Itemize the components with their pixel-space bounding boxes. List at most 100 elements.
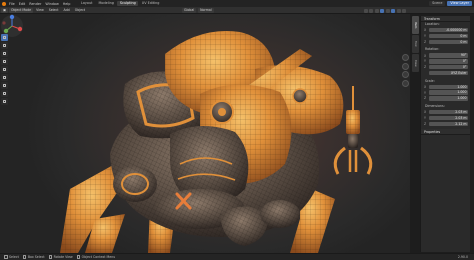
menu-edit[interactable]: Edit [17, 2, 28, 6]
tab-uv-editing[interactable]: UV Editing [139, 1, 162, 6]
tab-view[interactable]: View [412, 54, 419, 72]
solid-shading-icon[interactable] [391, 8, 395, 13]
pivot-dropdown[interactable]: Normal [198, 8, 214, 13]
location-y-row: Y0 m [424, 33, 468, 39]
navigation-buttons [402, 54, 410, 87]
mode-selector[interactable]: Object Mode [9, 7, 34, 13]
transform-icon[interactable] [1, 74, 8, 81]
editor-type-button[interactable]: ▣ [1, 7, 9, 13]
rotation-z-field[interactable]: 0° [429, 65, 468, 70]
measure-icon[interactable] [1, 90, 8, 97]
overlay-icon[interactable] [374, 8, 379, 13]
rotation-x-field[interactable]: 90° [429, 53, 468, 58]
rotation-mode-row: XYZ Euler [424, 70, 468, 76]
scale-z-field[interactable]: 1.000 [429, 96, 468, 101]
mouse-right-icon [76, 255, 81, 259]
select-icon[interactable] [1, 34, 8, 41]
tab-tool[interactable]: Tool [412, 35, 419, 53]
tab-layout[interactable]: Layout [78, 1, 95, 6]
xray-icon[interactable] [380, 8, 384, 13]
status-rotate: Rotate View [48, 255, 73, 259]
blender-logo-icon[interactable] [0, 0, 7, 7]
top-menubar: File Edit Render Window Help Layout Mode… [0, 0, 474, 7]
status-context-label: Object Context Menu [81, 255, 116, 259]
status-rotate-label: Rotate View [53, 255, 73, 259]
menu-file[interactable]: File [7, 2, 17, 6]
scale-y-row: Y 1.000 [424, 90, 468, 95]
scale-icon[interactable] [1, 66, 8, 73]
status-select: Select [4, 255, 19, 259]
properties-header[interactable]: Properties [421, 129, 470, 136]
menu-help[interactable]: Help [61, 2, 73, 6]
location-y-field[interactable]: 0 m [429, 33, 468, 39]
scene-selectors: Scene View Layer [429, 1, 472, 6]
mouse-left-drag-icon [22, 255, 27, 259]
location-z-row: Z0 m [424, 39, 468, 45]
tab-item[interactable]: Item [412, 16, 419, 34]
menu-view[interactable]: View [34, 8, 46, 13]
move-icon[interactable] [1, 50, 8, 57]
view-layer-selector[interactable]: View Layer [447, 1, 472, 6]
camera-view-icon[interactable] [402, 71, 409, 78]
status-select-label: Select [9, 255, 19, 259]
workspace-tabs: Layout Modeling Sculpting UV Editing [78, 1, 162, 6]
sidebar-tabs: Item Tool View [412, 16, 420, 76]
add-cube-icon[interactable] [1, 98, 8, 105]
location-label: Location: [425, 22, 440, 26]
version-label: 2.90.0 [457, 255, 468, 259]
zoom-icon[interactable] [402, 54, 409, 61]
mouse-middle-icon [48, 255, 53, 259]
rotation-z-row: Z 0° [424, 65, 468, 70]
3d-viewport[interactable] [0, 14, 410, 253]
status-context: Object Context Menu [76, 255, 116, 259]
scale-z-row: Z 1.000 [424, 96, 468, 101]
tab-modeling[interactable]: Modeling [96, 1, 116, 6]
cursor-icon[interactable] [1, 42, 8, 49]
menu-render[interactable]: Render [27, 2, 43, 6]
rotation-y-row: Y 0° [424, 59, 468, 64]
rotation-label: Rotation: [425, 47, 440, 52]
scale-y-field[interactable]: 1.000 [429, 90, 468, 95]
dimensions-y-field[interactable]: 2.03 m [429, 115, 468, 121]
orientation-dropdown[interactable]: Global [182, 8, 197, 13]
blender-window: File Edit Render Window Help Layout Mode… [0, 0, 474, 260]
rotation-mode-dropdown[interactable]: XYZ Euler [429, 70, 468, 76]
viewport-shading-buttons [363, 8, 406, 13]
dimensions-label: Dimensions: [425, 103, 445, 108]
menu-window[interactable]: Window [43, 2, 60, 6]
menu-object[interactable]: Object [73, 8, 87, 13]
status-box-select: Box Select [22, 255, 45, 259]
location-z-field[interactable]: 0 m [429, 39, 468, 45]
rotation-x-row: X 90° [424, 53, 468, 58]
rotate-icon[interactable] [1, 58, 8, 65]
scale-x-row: X 1.000 [424, 84, 468, 90]
dimensions-z-row: Z 2.12 m [424, 121, 468, 127]
rendered-shading-icon[interactable] [402, 8, 406, 13]
material-shading-icon[interactable] [396, 8, 401, 13]
menu-add[interactable]: Add [62, 8, 72, 13]
dimensions-x-field[interactable]: 2.03 m [429, 110, 468, 115]
status-box-select-label: Box Select [27, 255, 45, 259]
menu-select[interactable]: Select [47, 8, 61, 13]
tool-shelf [1, 34, 8, 105]
location-x-field[interactable]: -0.000000 m [429, 28, 468, 33]
robot-model-render [60, 30, 373, 253]
location-x-row: X -0.000000 m [424, 28, 468, 33]
perspective-toggle-icon[interactable] [402, 79, 409, 87]
gizmo-icon[interactable] [369, 8, 373, 13]
mouse-left-icon [4, 255, 8, 259]
viewport-header: ▣ Object Mode View Select Add Object Glo… [0, 7, 474, 14]
transform-settings: Global Normal [182, 8, 214, 13]
scale-x-field[interactable]: 1.000 [429, 84, 468, 90]
sidebar-panel: Transform Location: X -0.000000 m Y0 m Z0… [420, 16, 470, 252]
tab-sculpting[interactable]: Sculpting [117, 1, 139, 6]
dimensions-x-row: X 2.03 m [424, 110, 468, 115]
scene-selector[interactable]: Scene [429, 1, 446, 6]
status-bar: Select Box Select Rotate View Object Con… [0, 253, 474, 260]
pan-icon[interactable] [402, 62, 409, 70]
wireframe-shading-icon[interactable] [385, 8, 390, 13]
dimensions-z-field[interactable]: 2.12 m [429, 121, 468, 127]
rotation-y-field[interactable]: 0° [429, 59, 468, 64]
annotate-icon[interactable] [1, 82, 8, 89]
visibility-icon[interactable] [363, 8, 368, 13]
